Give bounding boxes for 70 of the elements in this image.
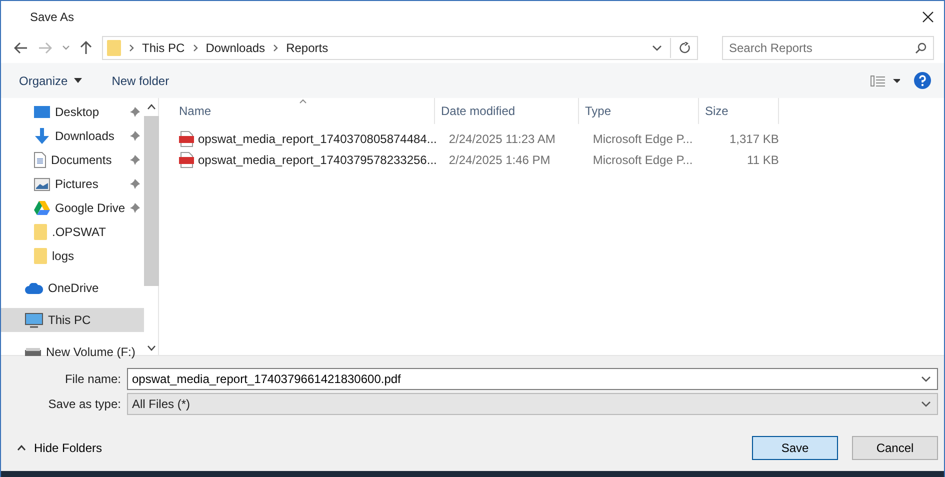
hide-folders-button[interactable]: Hide Folders bbox=[11, 440, 108, 456]
sidebar-item[interactable]: Documents bbox=[1, 148, 144, 172]
cloud-icon bbox=[25, 282, 43, 294]
help-icon[interactable] bbox=[914, 72, 931, 89]
table-cell: 2/24/2025 11:23 AM bbox=[448, 132, 556, 146]
folder-icon bbox=[34, 248, 47, 264]
scrollbar-thumb[interactable] bbox=[144, 116, 160, 286]
column-header[interactable]: Date modified bbox=[435, 98, 579, 124]
drive-triangle-icon bbox=[34, 201, 50, 215]
file-name-field[interactable]: opswat_media_report_1740379661421830600.pdf bbox=[127, 368, 938, 390]
field-label: File name: bbox=[64, 372, 122, 386]
folder-icon bbox=[34, 224, 47, 240]
document-icon bbox=[34, 152, 46, 168]
chevron-right-icon bbox=[129, 44, 134, 52]
sidebar-item[interactable]: New Volume (F:) bbox=[1, 340, 144, 364]
window-title: Save As bbox=[30, 10, 76, 24]
monitor-icon bbox=[25, 312, 43, 328]
column-header[interactable]: Name bbox=[173, 98, 435, 124]
sidebar-item[interactable]: Desktop bbox=[1, 100, 144, 124]
chevron-down-icon[interactable] bbox=[921, 376, 931, 382]
chevron-down-icon bbox=[921, 401, 931, 407]
search-field[interactable]: Search Reports bbox=[722, 36, 934, 60]
table-cell: 11 KB bbox=[747, 152, 779, 166]
sidebar-item[interactable]: This PC bbox=[1, 308, 144, 332]
column-header[interactable]: Type bbox=[579, 98, 699, 124]
chevron-right-icon bbox=[273, 44, 278, 52]
refresh-icon[interactable] bbox=[679, 42, 691, 54]
picture-icon bbox=[34, 178, 50, 190]
sidebar-item[interactable]: .OPSWAT bbox=[1, 220, 144, 244]
scroll-down-icon[interactable] bbox=[147, 345, 156, 351]
folder-icon bbox=[107, 40, 121, 56]
sort-caret-icon bbox=[299, 99, 307, 104]
chevron-up-icon bbox=[17, 445, 26, 451]
address-bar[interactable]: This PC Downloads Reports bbox=[102, 36, 698, 60]
column-header[interactable]: Size bbox=[699, 98, 779, 124]
table-cell: Microsoft Edge P... bbox=[592, 132, 693, 146]
sidebar-item[interactable]: Downloads bbox=[1, 124, 144, 148]
table-cell: 2/24/2025 1:46 PM bbox=[448, 152, 550, 166]
download-arrow-icon bbox=[34, 128, 50, 144]
file-name[interactable]: opswat_media_report_1740379578233256... bbox=[198, 152, 437, 166]
chevron-right-icon bbox=[192, 44, 198, 52]
back-arrow-icon[interactable] bbox=[14, 42, 28, 54]
breadcrumb-item[interactable]: This PC bbox=[142, 41, 185, 55]
breadcrumb-item[interactable]: Downloads bbox=[206, 41, 266, 55]
table-cell: 1,317 KB bbox=[729, 132, 779, 146]
breadcrumb-item[interactable]: Reports bbox=[286, 41, 328, 55]
table-cell: Microsoft Edge P... bbox=[592, 152, 693, 166]
organize-button[interactable]: Organize bbox=[11, 72, 90, 90]
pdf-file-icon bbox=[179, 130, 194, 146]
scroll-up-icon[interactable] bbox=[147, 104, 156, 110]
file-name[interactable]: opswat_media_report_1740370805874484... bbox=[198, 132, 437, 146]
sidebar-item[interactable]: OneDrive bbox=[1, 276, 144, 300]
search-icon bbox=[915, 42, 927, 54]
file-type-dropdown[interactable]: All Files (*) bbox=[127, 393, 938, 415]
new-folder-button[interactable]: New folder bbox=[104, 72, 178, 90]
save-button[interactable]: Save bbox=[752, 436, 838, 460]
cancel-button[interactable]: Cancel bbox=[852, 436, 938, 460]
sidebar-item[interactable]: Pictures bbox=[1, 172, 144, 196]
up-arrow-icon[interactable] bbox=[80, 41, 92, 55]
chevron-icon[interactable] bbox=[652, 45, 662, 51]
sidebar-item[interactable]: Google Drive bbox=[1, 196, 144, 220]
caret-icon bbox=[74, 78, 82, 83]
desktop-icon bbox=[34, 105, 50, 119]
field-label: Save as type: bbox=[47, 397, 122, 411]
view-options-icon[interactable] bbox=[870, 74, 900, 86]
close-icon[interactable] bbox=[922, 11, 934, 23]
drive-icon bbox=[25, 348, 41, 356]
sidebar-item[interactable]: logs bbox=[1, 244, 144, 268]
pdf-file-icon bbox=[179, 152, 194, 168]
dropdown-icon[interactable] bbox=[62, 45, 70, 51]
